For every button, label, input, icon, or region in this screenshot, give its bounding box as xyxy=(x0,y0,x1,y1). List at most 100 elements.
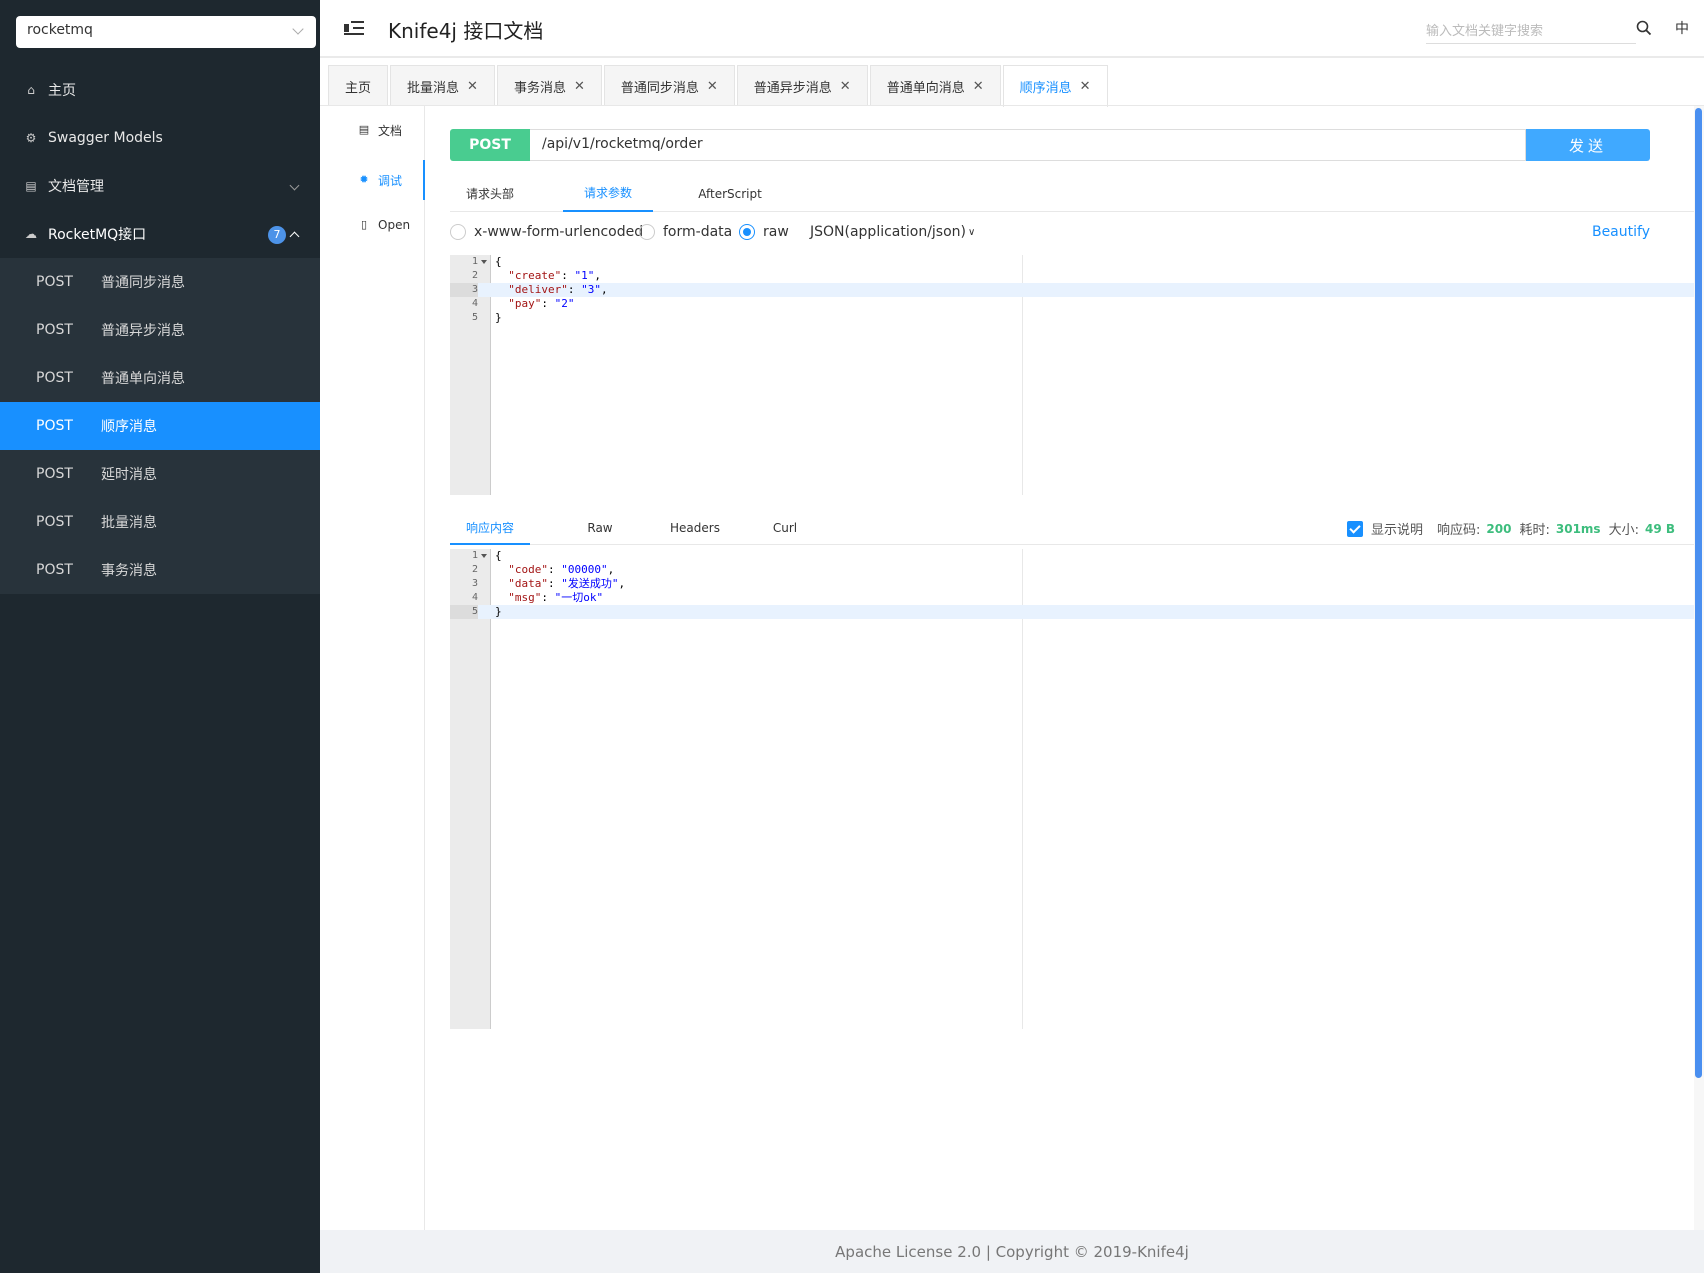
code-text: "data": "发送成功", xyxy=(508,577,626,590)
tab-transaction[interactable]: 事务消息 ✕ xyxy=(496,65,602,106)
response-body-editor[interactable]: 1 { 2 "code": "00000", 3 "data": "发送成功",… xyxy=(450,549,1695,1029)
duration-value: 301ms xyxy=(1555,521,1601,536)
radio-label: x-www-form-urlencoded xyxy=(474,224,644,240)
raw-type-select[interactable]: JSON(application/json) ∨ xyxy=(810,224,975,240)
show-description-checkbox[interactable] xyxy=(1347,520,1364,537)
sidebar: rocketmq ⌂ 主页 ⚙ Swagger Models ▤ 文档管理 ☁ … xyxy=(0,0,320,1273)
code-line: 5 } xyxy=(450,311,1695,325)
send-button[interactable]: 发送 xyxy=(1526,129,1650,161)
url-input[interactable]: /api/v1/rocketmq/order xyxy=(530,129,1526,161)
line-number: 4 xyxy=(471,592,478,603)
sidebar-item-docs-manage[interactable]: ▤ 文档管理 xyxy=(0,162,320,210)
subitem-label: 普通同步消息 xyxy=(101,275,185,291)
tab-home[interactable]: 主页 xyxy=(328,65,389,106)
tab-response-content[interactable]: 响应内容 xyxy=(450,511,530,545)
scrollbar-thumb[interactable] xyxy=(1695,108,1702,1078)
line-number: 5 xyxy=(471,312,478,323)
sidebar-subitem[interactable]: POST 普通单向消息 xyxy=(0,354,320,402)
fold-icon[interactable] xyxy=(481,554,487,558)
close-icon[interactable]: ✕ xyxy=(467,79,478,94)
close-icon[interactable]: ✕ xyxy=(707,79,718,94)
request-body-editor[interactable]: 1 { 2 "create": "1", 3 "deliver": "3", 4… xyxy=(450,255,1695,495)
code-text: "msg": "一切ok" xyxy=(508,591,604,604)
sidebar-menu: ⌂ 主页 ⚙ Swagger Models ▤ 文档管理 ☁ RocketMQ接… xyxy=(0,66,320,594)
line-number: 1 xyxy=(471,256,478,267)
search-icon[interactable] xyxy=(1636,20,1652,36)
fold-icon[interactable] xyxy=(481,260,487,264)
sidebar-subitem[interactable]: POST 普通同步消息 xyxy=(0,258,320,306)
subnav-open[interactable]: ▯ Open xyxy=(320,210,425,240)
tab-batch[interactable]: 批量消息 ✕ xyxy=(390,65,495,106)
close-icon[interactable]: ✕ xyxy=(973,79,984,94)
sidebar-subitem[interactable]: POST 批量消息 xyxy=(0,498,320,546)
tab-oneway[interactable]: 普通单向消息 ✕ xyxy=(869,65,1001,106)
code-line: 1 { xyxy=(450,255,1695,269)
close-icon[interactable]: ✕ xyxy=(840,79,851,94)
sidebar-subitem[interactable]: POST 延时消息 xyxy=(0,450,320,498)
tab-response-curl[interactable]: Curl xyxy=(755,511,815,545)
subitem-label: 延时消息 xyxy=(101,467,157,483)
tab-ordered[interactable]: 顺序消息 ✕ xyxy=(1002,65,1108,107)
sidebar-item-home[interactable]: ⌂ 主页 xyxy=(0,66,320,114)
radio-urlencoded[interactable]: x-www-form-urlencoded xyxy=(450,224,643,240)
request-tabs: 请求头部 请求参数 AfterScript xyxy=(450,175,1695,212)
top-bar: Knife4j 接口文档 输入文档关键字搜索 中 xyxy=(320,0,1704,58)
json-key: "create" xyxy=(508,269,562,282)
response-info: 显示说明 响应码: 200 耗时: 301ms 大小: 49 B xyxy=(1347,519,1675,538)
document-icon: ▤ xyxy=(358,123,370,136)
method-label: POST xyxy=(36,370,73,386)
sidebar-item-label: RocketMQ接口 xyxy=(48,227,147,243)
line-number: 3 xyxy=(471,578,478,589)
sidebar-item-swagger-models[interactable]: ⚙ Swagger Models xyxy=(0,114,320,162)
code-line: 1 { xyxy=(450,549,1695,563)
print-margin xyxy=(1022,549,1023,1029)
close-icon[interactable]: ✕ xyxy=(1080,79,1091,94)
radio-formdata[interactable]: form-data xyxy=(639,224,732,240)
radio-raw[interactable]: raw xyxy=(739,224,789,240)
subitem-label: 普通异步消息 xyxy=(101,323,185,339)
tab-async[interactable]: 普通异步消息 ✕ xyxy=(736,65,868,106)
beautify-button[interactable]: Beautify xyxy=(1592,224,1650,240)
search-input[interactable]: 输入文档关键字搜索 xyxy=(1426,16,1636,44)
subitem-label: 事务消息 xyxy=(101,563,157,579)
chevron-up-icon xyxy=(289,231,300,242)
subnav-debug[interactable]: ✹ 调试 xyxy=(320,160,425,200)
json-key: "deliver" xyxy=(508,283,568,296)
sidebar-submenu: POST 普通同步消息 POST 普通异步消息 POST 普通单向消息 POST… xyxy=(0,258,320,594)
tab-label: 普通异步消息 xyxy=(753,80,832,96)
tab-afterscript[interactable]: AfterScript xyxy=(680,175,780,212)
sidebar-subitem[interactable]: POST 事务消息 xyxy=(0,546,320,594)
language-switch[interactable]: 中 xyxy=(1675,18,1689,38)
operation-subnav: ▤ 文档 ✹ 调试 ▯ Open xyxy=(320,106,425,1230)
tab-request-params[interactable]: 请求参数 xyxy=(563,175,653,212)
sidebar-subitem-active[interactable]: POST 顺序消息 xyxy=(0,402,320,450)
project-select-value: rocketmq xyxy=(27,22,93,38)
json-value: "1" xyxy=(574,269,595,282)
tab-label: 普通单向消息 xyxy=(886,80,965,96)
tab-response-headers[interactable]: Headers xyxy=(655,511,735,545)
size-label: 大小: xyxy=(1608,523,1639,538)
menu-fold-icon[interactable] xyxy=(344,20,364,36)
json-value: "一切ok" xyxy=(554,591,604,604)
radio-label: form-data xyxy=(663,224,733,240)
subnav-doc[interactable]: ▤ 文档 xyxy=(320,115,425,145)
tab-sync[interactable]: 普通同步消息 ✕ xyxy=(603,65,735,106)
tab-response-raw[interactable]: Raw xyxy=(570,511,630,545)
sidebar-item-rocketmq[interactable]: ☁ RocketMQ接口 7 xyxy=(0,210,320,258)
raw-type-label: JSON(application/json) xyxy=(810,224,966,240)
chevron-down-icon xyxy=(289,180,300,191)
status-code-value: 200 xyxy=(1486,521,1512,536)
file-icon: ▯ xyxy=(360,218,368,231)
code-text: { xyxy=(495,255,502,268)
line-number: 2 xyxy=(471,270,478,281)
code-line: 2 "code": "00000", xyxy=(450,563,1695,577)
close-icon[interactable]: ✕ xyxy=(574,79,585,94)
project-select[interactable]: rocketmq xyxy=(16,16,316,48)
code-text: "deliver": "3", xyxy=(508,283,608,296)
tab-request-headers[interactable]: 请求头部 xyxy=(450,175,530,212)
sidebar-subitem[interactable]: POST 普通异步消息 xyxy=(0,306,320,354)
content-type-options: x-www-form-urlencoded form-data raw JSON… xyxy=(450,222,1650,242)
line-number: 3 xyxy=(450,283,478,297)
code-line: 3 "data": "发送成功", xyxy=(450,577,1695,591)
code-text: } xyxy=(495,605,502,618)
